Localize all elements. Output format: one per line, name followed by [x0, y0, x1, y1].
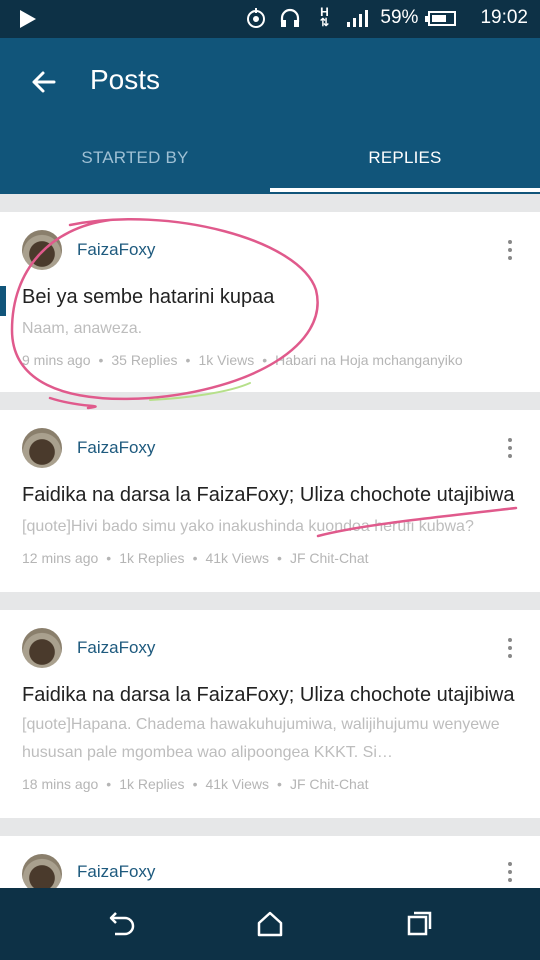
post-title[interactable]: Bei ya sembe hatarini kupaa — [22, 286, 274, 309]
post-forum[interactable]: JF Chit-Chat — [290, 550, 369, 566]
post-title[interactable]: Faidika na darsa la FaizaFoxy; Uliza cho… — [22, 484, 514, 507]
post-excerpt: Naam, anaweza. — [22, 320, 143, 337]
network-type-icon: H ⇅ — [319, 5, 330, 29]
post-excerpt: [quote]Hapana. Chadema hawakuhujumiwa, w… — [22, 716, 500, 761]
system-nav-bar — [0, 888, 540, 960]
headphones-icon — [278, 6, 302, 30]
tab-bar: STARTED BY REPLIES — [0, 134, 540, 194]
page-title: Posts — [90, 64, 161, 95]
post-time: 9 mins ago — [22, 352, 91, 368]
more-options-icon[interactable] — [505, 238, 515, 262]
battery-icon — [425, 10, 457, 26]
post-replies: 35 Replies — [111, 352, 178, 368]
more-options-icon[interactable] — [505, 636, 515, 660]
avatar[interactable] — [22, 230, 62, 270]
back-icon[interactable] — [103, 906, 139, 942]
avatar[interactable] — [22, 854, 62, 888]
tab-started-by[interactable]: STARTED BY — [0, 134, 270, 194]
post-excerpt: [quote]Hivi bado simu yako inakushinda k… — [22, 518, 474, 535]
recents-icon[interactable] — [401, 906, 437, 942]
post-meta: 12 mins ago • 1k Replies • 41k Views • JF Chit… — [22, 550, 369, 566]
post-time: 12 mins ago — [22, 550, 99, 566]
post-time: 18 mins ago — [22, 776, 99, 792]
post-card[interactable]: FaizaFoxy — [0, 836, 540, 888]
post-forum[interactable]: JF Chit-Chat — [290, 776, 369, 792]
play-icon — [20, 10, 36, 28]
back-arrow-icon[interactable] — [26, 64, 62, 100]
post-meta: 9 mins ago • 35 Replies • 1k Views • Habari na… — [22, 352, 463, 368]
sync-icon — [244, 6, 268, 30]
avatar[interactable] — [22, 428, 62, 468]
post-replies: 1k Replies — [119, 550, 185, 566]
post-title[interactable]: Faidika na darsa la FaizaFoxy; Uliza cho… — [22, 684, 514, 707]
post-replies: 1k Replies — [119, 776, 185, 792]
status-icons: H ⇅ 59% 19:02 — [244, 6, 528, 30]
post-author[interactable]: FaizaFoxy — [77, 438, 155, 458]
post-author[interactable]: FaizaFoxy — [77, 240, 155, 260]
avatar[interactable] — [22, 628, 62, 668]
post-card[interactable]: FaizaFoxy Faidika na darsa la FaizaFoxy;… — [0, 410, 540, 592]
post-views: 41k Views — [205, 550, 270, 566]
post-views: 1k Views — [198, 352, 255, 368]
post-author[interactable]: FaizaFoxy — [77, 638, 155, 658]
tab-replies[interactable]: REPLIES — [270, 134, 540, 194]
app-bar: Posts STARTED BY REPLIES — [0, 38, 540, 194]
post-views: 41k Views — [205, 776, 270, 792]
battery-percent: 59% — [380, 7, 419, 28]
post-forum[interactable]: Habari na Hoja mchanganyiko — [275, 352, 463, 368]
active-post-marker — [0, 286, 6, 316]
more-options-icon[interactable] — [505, 860, 515, 884]
post-meta: 18 mins ago • 1k Replies • 41k Views • JF Chit… — [22, 776, 369, 792]
status-bar: H ⇅ 59% 19:02 — [0, 0, 540, 38]
post-card[interactable]: FaizaFoxy Bei ya sembe hatarini kupaa Na… — [0, 212, 540, 392]
home-icon[interactable] — [252, 906, 288, 942]
more-options-icon[interactable] — [505, 436, 515, 460]
post-author[interactable]: FaizaFoxy — [77, 862, 155, 882]
clock: 19:02 — [480, 7, 528, 28]
post-card[interactable]: FaizaFoxy Faidika na darsa la FaizaFoxy;… — [0, 610, 540, 818]
signal-icon — [346, 6, 370, 30]
annotation-underline — [48, 396, 97, 410]
